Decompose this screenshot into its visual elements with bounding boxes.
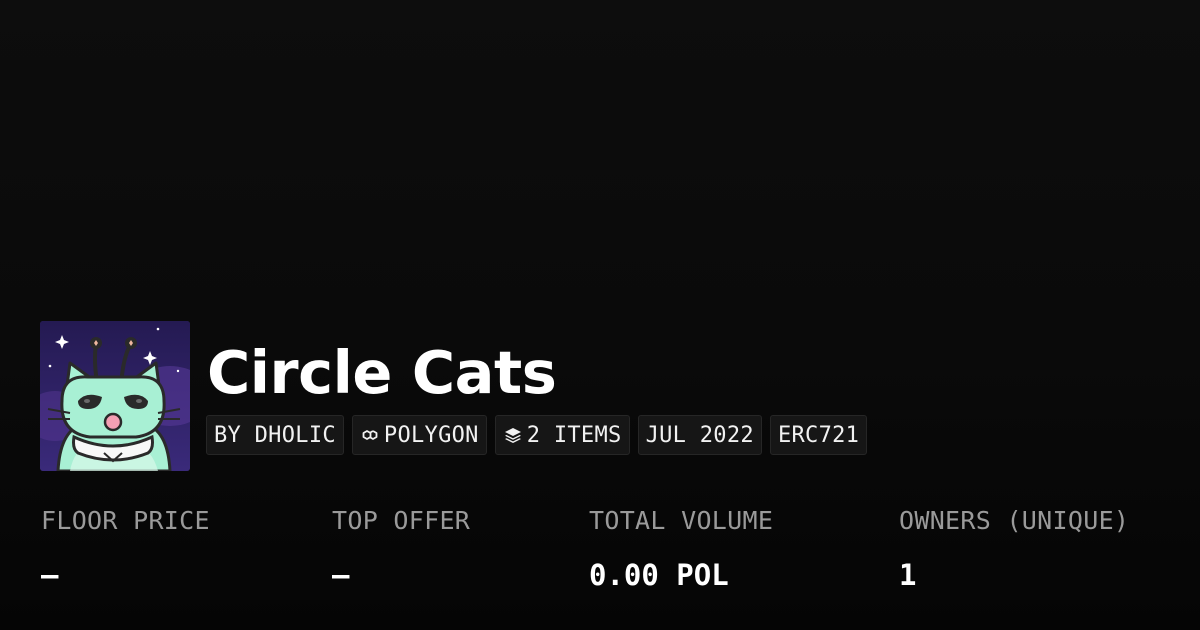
layers-icon xyxy=(503,425,523,445)
items-count-label: 2 ITEMS xyxy=(526,422,622,448)
stat-label: FLOOR PRICE xyxy=(41,506,210,535)
stat-value: – xyxy=(41,558,59,592)
polygon-icon xyxy=(360,425,380,445)
stat-value: 1 xyxy=(899,558,917,592)
stat-total-volume: TOTAL VOLUME 0.00 POL xyxy=(589,505,773,593)
standard-chip: ERC721 xyxy=(769,415,868,455)
stat-label: TOTAL VOLUME xyxy=(589,506,774,535)
alien-cat-illustration xyxy=(40,321,190,471)
chain-chip[interactable]: POLYGON xyxy=(351,415,487,455)
creator-chip[interactable]: BY DHOLIC xyxy=(206,415,344,455)
stat-value: – xyxy=(332,558,350,592)
collection-title: Circle Cats xyxy=(207,338,557,407)
collection-meta-chips: BY DHOLIC POLYGON 2 ITEMS JUL 2022 ERC72… xyxy=(206,415,868,455)
stat-owners: OWNERS (UNIQUE) 1 xyxy=(899,505,1129,593)
standard-label: ERC721 xyxy=(777,422,860,448)
chain-label: POLYGON xyxy=(383,422,479,448)
items-chip[interactable]: 2 ITEMS xyxy=(494,415,630,455)
stat-label: OWNERS (UNIQUE) xyxy=(899,506,1130,535)
creator-label: BY DHOLIC xyxy=(214,422,336,448)
date-label: JUL 2022 xyxy=(645,422,754,448)
stat-top-offer: TOP OFFER – xyxy=(332,505,470,593)
stat-floor-price: FLOOR PRICE – xyxy=(41,505,210,593)
stat-label: TOP OFFER xyxy=(332,506,471,535)
stat-value: 0.00 POL xyxy=(589,558,729,592)
date-chip: JUL 2022 xyxy=(637,415,762,455)
collection-avatar xyxy=(40,321,190,471)
